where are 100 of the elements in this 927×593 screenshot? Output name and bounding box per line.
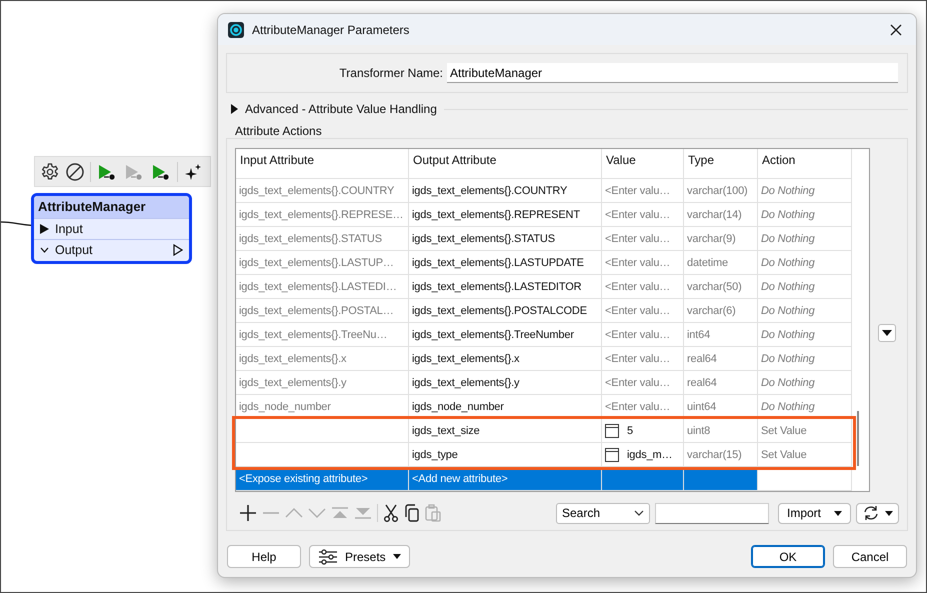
help-button[interactable]: Help xyxy=(227,545,301,568)
dropdown-button[interactable] xyxy=(878,324,896,342)
refresh-button[interactable] xyxy=(856,502,899,524)
action-cell[interactable] xyxy=(758,467,852,491)
value-cell[interactable]: <Enter valu… xyxy=(602,299,684,323)
app-icon xyxy=(228,22,244,38)
gear-icon[interactable] xyxy=(40,162,60,182)
close-icon[interactable] xyxy=(890,24,902,36)
action-cell[interactable]: Do Nothing xyxy=(758,347,852,371)
table-cell[interactable]: igds_text_size xyxy=(409,419,602,443)
table-cell: varchar(14) xyxy=(684,203,758,227)
table-cell[interactable]: igds_text_elements{}.x xyxy=(409,347,602,371)
table-cell[interactable]: igds_text_elements{}.y xyxy=(236,371,409,395)
table-cell: varchar(50) xyxy=(684,275,758,299)
caret-icon xyxy=(834,510,842,516)
ok-button[interactable]: OK xyxy=(751,545,825,568)
value-cell[interactable]: <Enter valu… xyxy=(602,371,684,395)
action-cell[interactable]: Do Nothing xyxy=(758,179,852,203)
table-cell[interactable] xyxy=(236,443,409,467)
action-cell[interactable]: Set Value xyxy=(758,419,852,443)
table-cell: datetime xyxy=(684,251,758,275)
expand-arrow-icon[interactable] xyxy=(231,104,238,114)
table-cell[interactable]: igds_type xyxy=(409,443,602,467)
port-label: Output xyxy=(55,243,93,257)
caret-icon xyxy=(885,510,893,516)
action-cell[interactable]: Do Nothing xyxy=(758,371,852,395)
table-cell: real64 xyxy=(684,371,758,395)
action-cell[interactable]: Do Nothing xyxy=(758,275,852,299)
table-cell: varchar(100) xyxy=(684,179,758,203)
table-cell[interactable]: igds_text_elements{}.LASTEDI… xyxy=(236,275,409,299)
input-port-icon[interactable] xyxy=(40,224,49,234)
column-header[interactable]: Type xyxy=(684,149,758,179)
refresh-icon xyxy=(862,505,880,521)
action-cell[interactable]: Do Nothing xyxy=(758,395,852,419)
table-cell[interactable]: igds_node_number xyxy=(236,395,409,419)
table-cell: varchar(15) xyxy=(684,443,758,467)
port-label: Input xyxy=(55,222,83,236)
column-header[interactable]: Action xyxy=(758,149,852,179)
table-cell[interactable]: igds_text_elements{}.REPRESE… xyxy=(236,203,409,227)
value-cell[interactable]: <Enter valu… xyxy=(602,347,684,371)
copy-icon[interactable] xyxy=(404,504,420,522)
table-cell[interactable]: igds_text_elements{}.COUNTRY xyxy=(409,179,602,203)
table-cell: real64 xyxy=(684,347,758,371)
column-header[interactable]: Value xyxy=(602,149,684,179)
table-cell[interactable] xyxy=(236,419,409,443)
value-cell[interactable]: igds_m… xyxy=(602,443,684,467)
add-icon[interactable] xyxy=(239,504,257,522)
section-header[interactable]: Advanced - Attribute Value Handling xyxy=(245,102,437,116)
action-cell[interactable]: Do Nothing xyxy=(758,323,852,347)
value-cell[interactable]: <Enter valu… xyxy=(602,179,684,203)
search-mode-dropdown[interactable]: Search xyxy=(556,502,650,524)
transformer-name-field[interactable]: AttributeManager xyxy=(447,63,898,83)
sliders-icon xyxy=(318,548,338,564)
sparkle-icon[interactable] xyxy=(183,162,203,182)
table-cell[interactable]: igds_text_elements{}.x xyxy=(236,347,409,371)
table-cell[interactable]: igds_text_elements{}.LASTUPDATE xyxy=(409,251,602,275)
scrollbar[interactable] xyxy=(857,411,859,466)
table-cell: uint8 xyxy=(684,419,758,443)
window-title: AttributeManager Parameters xyxy=(252,22,410,36)
action-cell[interactable]: Do Nothing xyxy=(758,251,852,275)
table-cell[interactable]: igds_text_elements{}.STATUS xyxy=(236,227,409,251)
import-button[interactable]: Import xyxy=(778,502,851,524)
chevron-down-icon[interactable] xyxy=(40,247,49,253)
table-cell[interactable]: igds_text_elements{}.COUNTRY xyxy=(236,179,409,203)
table-cell[interactable]: igds_text_elements{}.TreeNu… xyxy=(236,323,409,347)
prohibited-icon[interactable] xyxy=(65,162,85,182)
cancel-button[interactable]: Cancel xyxy=(833,545,907,568)
presets-button[interactable]: Presets xyxy=(309,545,410,568)
action-cell[interactable]: Do Nothing xyxy=(758,203,852,227)
column-header[interactable]: Input Attribute xyxy=(236,149,409,179)
value-editor-icon[interactable] xyxy=(605,424,619,438)
action-cell[interactable]: Do Nothing xyxy=(758,299,852,323)
table-cell[interactable]: igds_text_elements{}.TreeNumber xyxy=(409,323,602,347)
group-title: Attribute Actions xyxy=(235,124,323,139)
action-cell[interactable]: Do Nothing xyxy=(758,227,852,251)
cut-icon[interactable] xyxy=(383,504,399,522)
value-cell[interactable]: <Enter valu… xyxy=(602,275,684,299)
table-cell[interactable]: igds_text_elements{}.STATUS xyxy=(409,227,602,251)
table-cell[interactable]: igds_text_elements{}.POSTALCODE xyxy=(409,299,602,323)
search-field[interactable] xyxy=(655,502,769,524)
caret-icon xyxy=(392,554,401,559)
table-cell[interactable]: igds_text_elements{}.REPRESENT xyxy=(409,203,602,227)
transformer-node[interactable]: AttributeManager Input Output xyxy=(31,193,192,264)
value-cell[interactable]: <Enter valu… xyxy=(602,203,684,227)
output-port-icon[interactable] xyxy=(173,244,183,256)
value-cell[interactable]: 5 xyxy=(602,419,684,443)
table-cell[interactable]: igds_text_elements{}.LASTEDITOR xyxy=(409,275,602,299)
table-cell[interactable]: igds_text_elements{}.LASTUP… xyxy=(236,251,409,275)
node-title: AttributeManager xyxy=(34,196,189,218)
table-cell[interactable]: igds_text_elements{}.y xyxy=(409,371,602,395)
table-cell[interactable]: igds_text_elements{}.POSTAL… xyxy=(236,299,409,323)
action-cell[interactable]: Set Value xyxy=(758,443,852,467)
value-cell[interactable]: <Enter valu… xyxy=(602,323,684,347)
column-header[interactable]: Output Attribute xyxy=(409,149,602,179)
value-cell[interactable]: <Enter valu… xyxy=(602,227,684,251)
value-cell[interactable]: <Enter valu… xyxy=(602,395,684,419)
value-cell[interactable]: <Enter valu… xyxy=(602,251,684,275)
value-editor-icon[interactable] xyxy=(605,448,619,462)
table-cell[interactable]: igds_node_number xyxy=(409,395,602,419)
table-cell: varchar(9) xyxy=(684,227,758,251)
